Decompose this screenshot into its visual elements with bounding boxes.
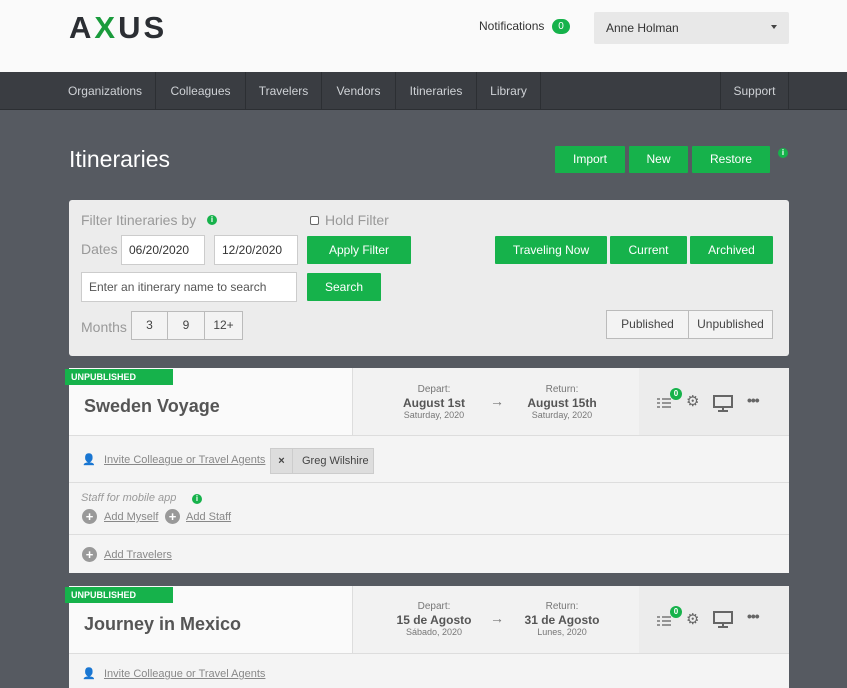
- gear-icon[interactable]: ⚙: [686, 610, 699, 628]
- chevron-down-icon: [771, 25, 777, 29]
- plus-circle-icon[interactable]: +: [82, 547, 97, 562]
- info-icon[interactable]: i: [778, 148, 788, 158]
- user-name: Anne Holman: [606, 21, 679, 35]
- add-myself-link[interactable]: Add Myself: [104, 511, 158, 523]
- itinerary-card-header: UNPUBLISHED Journey in Mexico Depart: 15…: [65, 586, 789, 653]
- itinerary-search-input[interactable]: Enter an itinerary name to search: [81, 272, 297, 302]
- checklist-count-badge: 0: [670, 606, 682, 618]
- itinerary-actions: 0 ⚙ •••: [639, 586, 789, 653]
- depart-day: Sábado, 2020: [405, 627, 463, 637]
- filter-info-icon[interactable]: i: [207, 215, 217, 225]
- more-icon[interactable]: •••: [747, 608, 760, 624]
- nav-library[interactable]: Library: [477, 72, 541, 110]
- itinerary-card: UNPUBLISHED Sweden Voyage Depart: August…: [65, 368, 789, 573]
- main-nav: Organizations Colleagues Travelers Vendo…: [0, 72, 847, 110]
- filter-title: Filter Itineraries by: [81, 212, 197, 228]
- more-icon[interactable]: •••: [747, 392, 760, 408]
- invite-colleague-link[interactable]: Invite Colleague or Travel Agents: [104, 668, 265, 680]
- return-label: Return:: [545, 384, 579, 395]
- depart-day: Saturday, 2020: [403, 410, 465, 420]
- nav-colleagues[interactable]: Colleagues: [156, 72, 246, 110]
- user-menu-dropdown[interactable]: Anne Holman: [594, 12, 789, 44]
- itinerary-title-area[interactable]: UNPUBLISHED Journey in Mexico: [65, 586, 353, 653]
- staff-label: Staff for mobile app: [81, 492, 177, 504]
- hold-filter-checkbox[interactable]: [310, 216, 319, 225]
- nav-travelers[interactable]: Travelers: [246, 72, 322, 110]
- checklist-icon[interactable]: [657, 615, 671, 627]
- return-date: August 15th: [527, 396, 597, 410]
- return-day: Saturday, 2020: [531, 410, 593, 420]
- invite-colleague-link[interactable]: Invite Colleague or Travel Agents: [104, 454, 265, 466]
- unpublished-toggle[interactable]: Unpublished: [688, 310, 773, 339]
- filter-panel: Filter Itineraries by i Hold Filter Date…: [69, 200, 789, 356]
- monitor-icon[interactable]: [713, 611, 733, 628]
- archived-button[interactable]: Archived: [690, 236, 773, 264]
- add-user-icon: 👤: [82, 454, 96, 466]
- page-title: Itineraries: [69, 146, 170, 172]
- itinerary-name[interactable]: Journey in Mexico: [84, 614, 241, 635]
- notifications-link[interactable]: Notifications: [479, 19, 544, 33]
- colleague-chip: × Greg Wilshire: [270, 448, 374, 474]
- return-date: 31 de Agosto: [524, 613, 600, 627]
- remove-colleague-icon[interactable]: ×: [271, 449, 293, 473]
- apply-filter-button[interactable]: Apply Filter: [307, 236, 411, 264]
- plus-circle-icon[interactable]: +: [165, 509, 180, 524]
- colleague-name: Greg Wilshire: [302, 455, 369, 467]
- logo-letters-rest: US: [118, 10, 168, 45]
- nav-vendors[interactable]: Vendors: [322, 72, 396, 110]
- depart-label: Depart:: [417, 601, 451, 612]
- gear-icon[interactable]: ⚙: [686, 392, 699, 410]
- months-label: Months: [81, 319, 127, 335]
- restore-button[interactable]: Restore: [692, 146, 770, 173]
- itinerary-actions: 0 ⚙ •••: [639, 368, 789, 435]
- notifications-count-badge[interactable]: 0: [552, 19, 570, 34]
- nav-support[interactable]: Support: [720, 72, 789, 110]
- checklist-count-badge: 0: [670, 388, 682, 400]
- top-header: AXUS Notifications 0 Anne Holman: [0, 0, 847, 72]
- itinerary-title-area[interactable]: UNPUBLISHED Sweden Voyage: [65, 368, 353, 435]
- arrow-right-icon: →: [490, 393, 504, 409]
- months-9-option[interactable]: 9: [167, 311, 205, 340]
- itinerary-card: UNPUBLISHED Journey in Mexico Depart: 15…: [65, 586, 789, 688]
- status-badge: UNPUBLISHED: [65, 587, 173, 603]
- axus-logo[interactable]: AXUS: [69, 10, 167, 46]
- months-3-option[interactable]: 3: [131, 311, 168, 340]
- depart-label: Depart:: [417, 384, 451, 395]
- staff-info-icon[interactable]: i: [192, 494, 202, 504]
- arrow-right-icon: →: [490, 610, 504, 626]
- invite-row: 👤 Invite Colleague or Travel Agents × Gr…: [69, 435, 789, 482]
- add-user-icon: 👤: [82, 668, 96, 680]
- search-button[interactable]: Search: [307, 273, 381, 301]
- months-12plus-option[interactable]: 12+: [204, 311, 243, 340]
- depart-date: 15 de Agosto: [396, 613, 472, 627]
- nav-organizations[interactable]: Organizations: [55, 72, 156, 110]
- published-toggle[interactable]: Published: [606, 310, 689, 339]
- date-to-input[interactable]: 12/20/2020: [214, 235, 298, 265]
- return-day: Lunes, 2020: [537, 627, 587, 637]
- itinerary-name[interactable]: Sweden Voyage: [84, 396, 220, 417]
- invite-row: 👤 Invite Colleague or Travel Agents: [69, 653, 789, 688]
- hold-filter-label: Hold Filter: [325, 212, 389, 228]
- itinerary-card-header: UNPUBLISHED Sweden Voyage Depart: August…: [65, 368, 789, 435]
- nav-itineraries[interactable]: Itineraries: [396, 72, 477, 110]
- add-travelers-link[interactable]: Add Travelers: [104, 549, 172, 561]
- return-label: Return:: [545, 601, 579, 612]
- import-button[interactable]: Import: [555, 146, 625, 173]
- logo-letter-a: A: [69, 10, 95, 45]
- new-button[interactable]: New: [629, 146, 688, 173]
- date-from-input[interactable]: 06/20/2020: [121, 235, 205, 265]
- monitor-icon[interactable]: [713, 395, 733, 412]
- add-staff-link[interactable]: Add Staff: [186, 511, 231, 523]
- status-badge: UNPUBLISHED: [65, 369, 173, 385]
- logo-letter-x: X: [94, 10, 119, 45]
- travelers-row: + Add Travelers: [69, 534, 789, 573]
- depart-date: August 1st: [402, 396, 465, 410]
- plus-circle-icon[interactable]: +: [82, 509, 97, 524]
- current-button[interactable]: Current: [610, 236, 687, 264]
- dates-label: Dates: [81, 241, 118, 257]
- traveling-now-button[interactable]: Traveling Now: [495, 236, 607, 264]
- staff-row: Staff for mobile app i + Add Myself + Ad…: [69, 482, 789, 534]
- checklist-icon[interactable]: [657, 397, 671, 409]
